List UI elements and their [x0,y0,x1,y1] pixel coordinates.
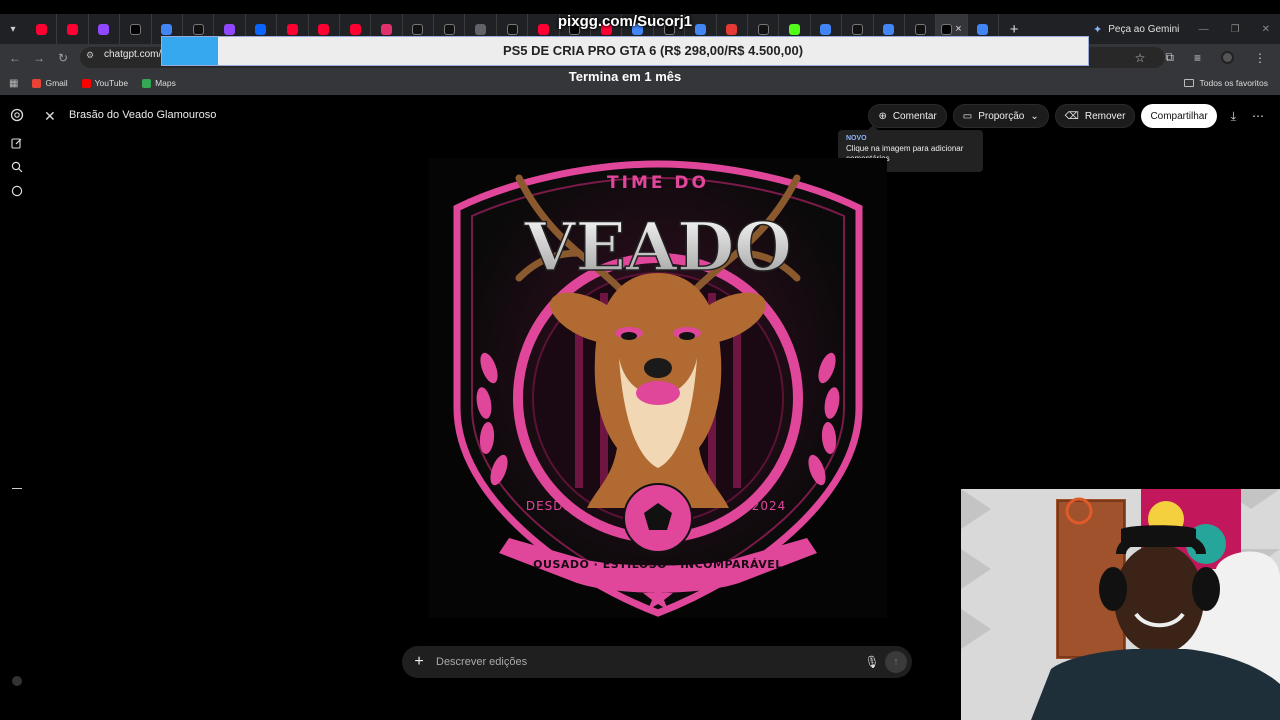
aspect-ratio-icon: ▭ [962,110,973,122]
comment-plus-icon: ⊕ [878,110,887,122]
browser-menu-icon[interactable]: ⋮ [1254,51,1266,65]
crest-top-text: TIME DO [607,173,709,193]
new-badge: NOVO [846,135,867,142]
new-chat-icon[interactable] [11,137,23,149]
edit-composer: + 🎙 ↑ [402,646,912,678]
search-icon[interactable] [11,161,23,173]
deer-crest-image: TIME DO VEADO DESDE 2024 OUSADO · ESTILO… [429,158,887,618]
send-button[interactable]: ↑ [885,651,907,673]
image-title: Brasão do Veado Glamouroso [69,109,217,121]
close-window-icon[interactable]: ✕ [1262,24,1270,35]
site-info-icon[interactable]: ⚙ [86,50,94,61]
editor-toolbar: ⊕ Comentar ▭ Proporção ⌄ ⌫ Remover Compa… [868,104,1280,128]
banner-progress-fill [162,37,218,65]
more-options-icon[interactable]: ⋯ [1252,109,1264,123]
extensions-icon[interactable]: ⧉ [1165,50,1174,65]
url-text[interactable]: chatgpt.com/ [104,49,161,60]
comment-label: Comentar [892,110,937,122]
donation-url-overlay: pixgg.com/Sucorj1 [557,13,693,30]
crest-left-text: DESDE [526,499,572,513]
forward-icon[interactable]: → [27,51,51,65]
comment-button[interactable]: ⊕ Comentar [868,104,947,128]
remove-label: Remover [1084,110,1126,122]
goal-banner: PS5 DE CRIA PRO GTA 6 (R$ 298,00/R$ 4.50… [161,36,1089,66]
back-icon[interactable]: ← [3,51,27,65]
banner-subtext: Termina em 1 mês [568,69,682,84]
generated-image[interactable]: TIME DO VEADO DESDE 2024 OUSADO · ESTILO… [429,158,887,618]
add-attachment-icon[interactable]: + [402,653,436,671]
bookmark-star-icon[interactable]: ☆ [1135,51,1146,65]
media-controls-icon[interactable]: ≡ [1194,51,1201,65]
left-rail [0,96,34,720]
reload-icon[interactable]: ↻ [51,51,75,65]
banner-text: PS5 DE CRIA PRO GTA 6 (R$ 298,00/R$ 4.50… [502,43,804,58]
crest-ribbon-text: OUSADO · ESTILOSO · INCOMPARÁVEL [533,558,783,571]
address-bar-actions: ☆ ⧉ ≡ ⋮ [1135,44,1266,71]
download-icon[interactable]: ⤓ [1231,109,1236,124]
streamer-webcam [961,489,1280,720]
crest-main-text: VEADO [523,208,791,286]
describe-edits-input[interactable] [436,656,859,668]
microphone-icon[interactable]: 🎙 [859,655,885,669]
profile-avatar[interactable] [1221,51,1234,64]
share-button[interactable]: Compartilhar [1141,104,1217,128]
proportion-button[interactable]: ▭ Proporção ⌄ [952,104,1049,128]
remove-button[interactable]: ⌫ Remover [1054,104,1136,128]
chevron-down-icon: ⌄ [1030,110,1039,122]
chatgpt-logo-icon[interactable] [10,108,24,122]
webcam-feed [961,489,1280,720]
user-avatar[interactable] [12,676,22,686]
proportion-label: Proporção [978,110,1025,122]
chats-icon[interactable] [11,185,23,197]
crest-right-text: 2024 [752,499,787,513]
close-icon[interactable]: ✕ [44,108,56,125]
share-label: Compartilhar [1150,110,1208,122]
eraser-icon: ⌫ [1064,110,1079,122]
sidebar-collapse-icon[interactable] [12,488,22,489]
